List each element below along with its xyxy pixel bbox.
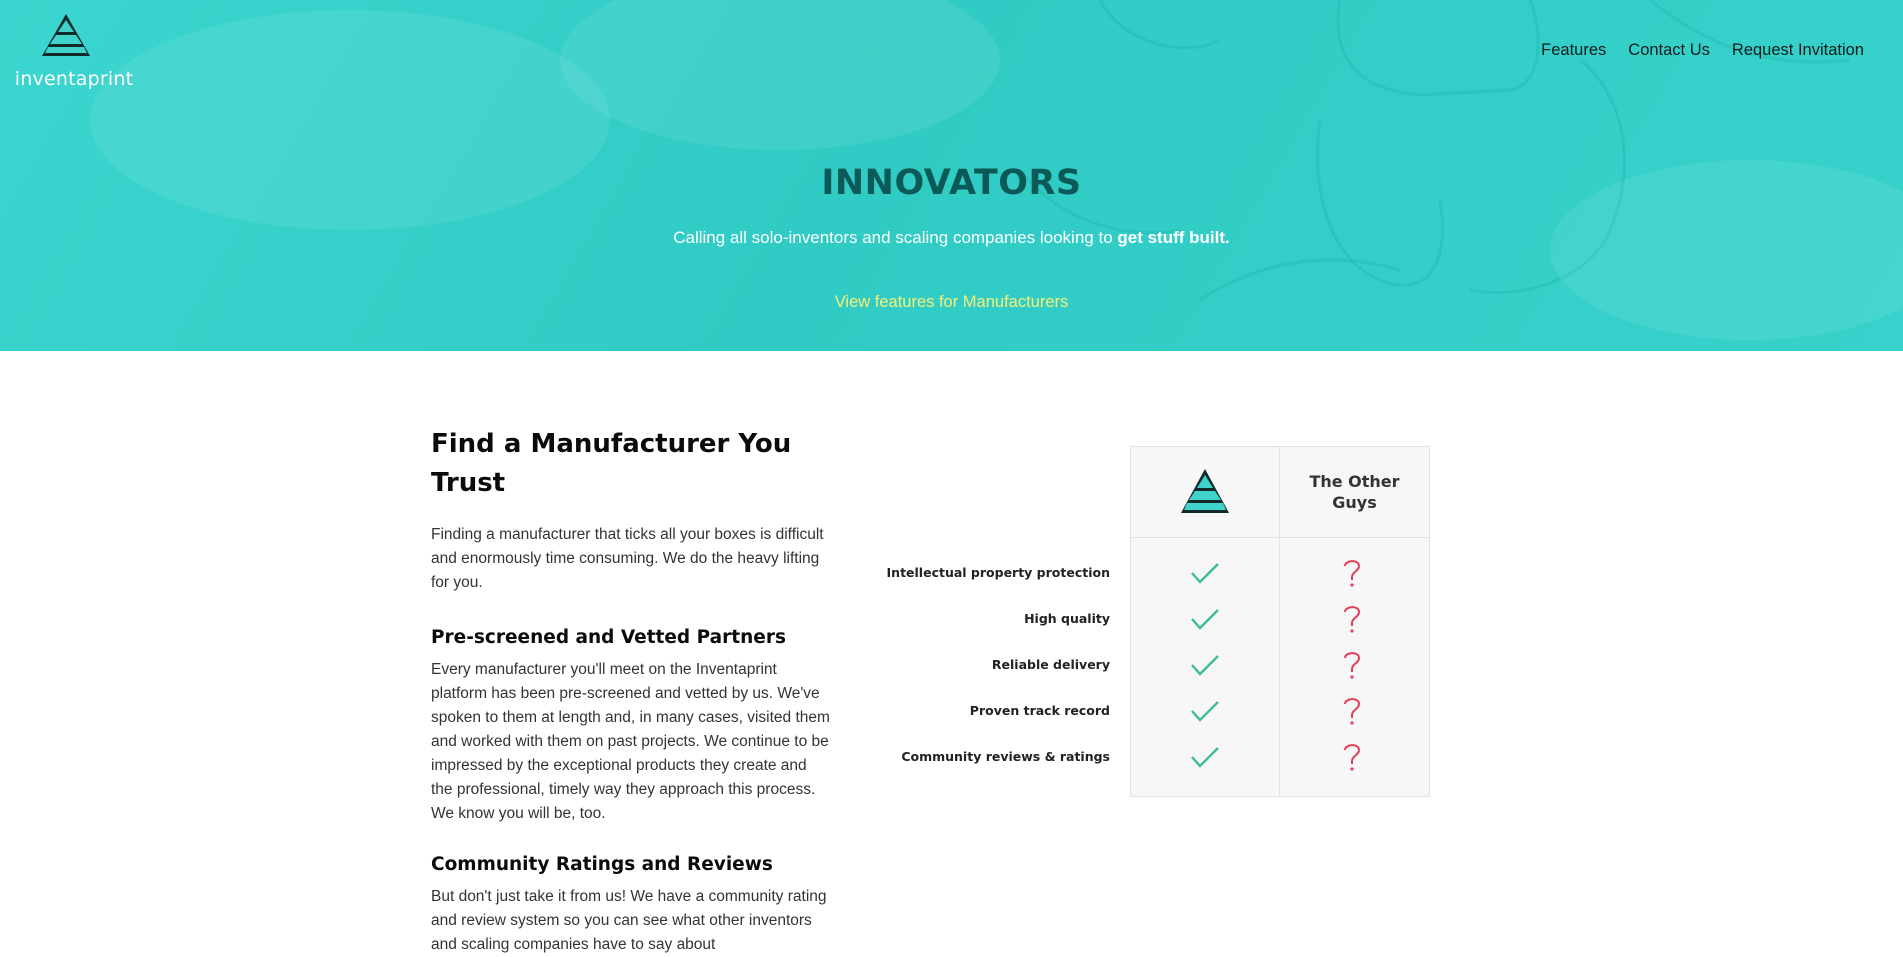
logo[interactable]: inventaprint — [14, 12, 133, 92]
row-label-ip-protection: Intellectual property protection — [886, 565, 1110, 580]
hero-subtitle-text: Calling all solo-inventors and scaling c… — [673, 228, 1118, 247]
check-icon — [1191, 701, 1219, 722]
main-nav: Features Contact Us Request Invitation — [1541, 41, 1864, 60]
row-label-community-reviews: Community reviews & ratings — [901, 749, 1110, 764]
check-icon — [1191, 747, 1219, 768]
view-manufacturer-features-link[interactable]: View features for Manufacturers — [0, 293, 1903, 312]
hero-banner: inventaprint Features Contact Us Request… — [0, 0, 1903, 351]
check-icon — [1191, 655, 1219, 676]
hero-title: INNOVATORS — [821, 163, 1082, 203]
nav-request-invitation[interactable]: Request Invitation — [1732, 41, 1864, 60]
table-divider-horizontal — [1131, 537, 1429, 538]
features-section: Find a Manufacturer You Trust Finding a … — [431, 425, 831, 957]
logo-text: inventaprint — [14, 68, 134, 90]
question-icon — [1344, 652, 1361, 679]
pyramid-logo-icon — [42, 14, 90, 56]
hero-subtitle: Calling all solo-inventors and scaling c… — [0, 228, 1903, 248]
row-label-reliable-delivery: Reliable delivery — [991, 657, 1110, 672]
section-title: Find a Manufacturer You Trust — [431, 429, 792, 498]
nav-contact-us[interactable]: Contact Us — [1628, 41, 1710, 60]
nav-features[interactable]: Features — [1541, 41, 1606, 60]
pyramid-logo-icon — [1181, 469, 1229, 513]
block-text-prescreened: Every manufacturer you'll meet on the In… — [431, 661, 830, 822]
comparison-table: The Other Guys — [1130, 446, 1430, 797]
block-heading-community: Community Ratings and Reviews — [431, 854, 773, 875]
check-icon — [1191, 563, 1219, 584]
question-icon — [1344, 698, 1361, 725]
block-text-community: But don't just take it from us! We have … — [431, 888, 827, 953]
question-icon — [1344, 744, 1361, 771]
table-header-other-guys: The Other Guys — [1309, 472, 1400, 512]
row-label-track-record: Proven track record — [969, 703, 1110, 718]
table-header-inventaprint — [1131, 447, 1279, 537]
question-icon — [1344, 606, 1361, 633]
section-intro: Finding a manufacturer that ticks all yo… — [431, 526, 824, 591]
question-icon — [1344, 560, 1361, 587]
block-heading-prescreened: Pre-screened and Vetted Partners — [431, 627, 786, 648]
hero-subtitle-bold: get stuff built. — [1117, 228, 1230, 247]
row-label-high-quality: High quality — [1024, 611, 1110, 626]
check-icon — [1191, 609, 1219, 630]
